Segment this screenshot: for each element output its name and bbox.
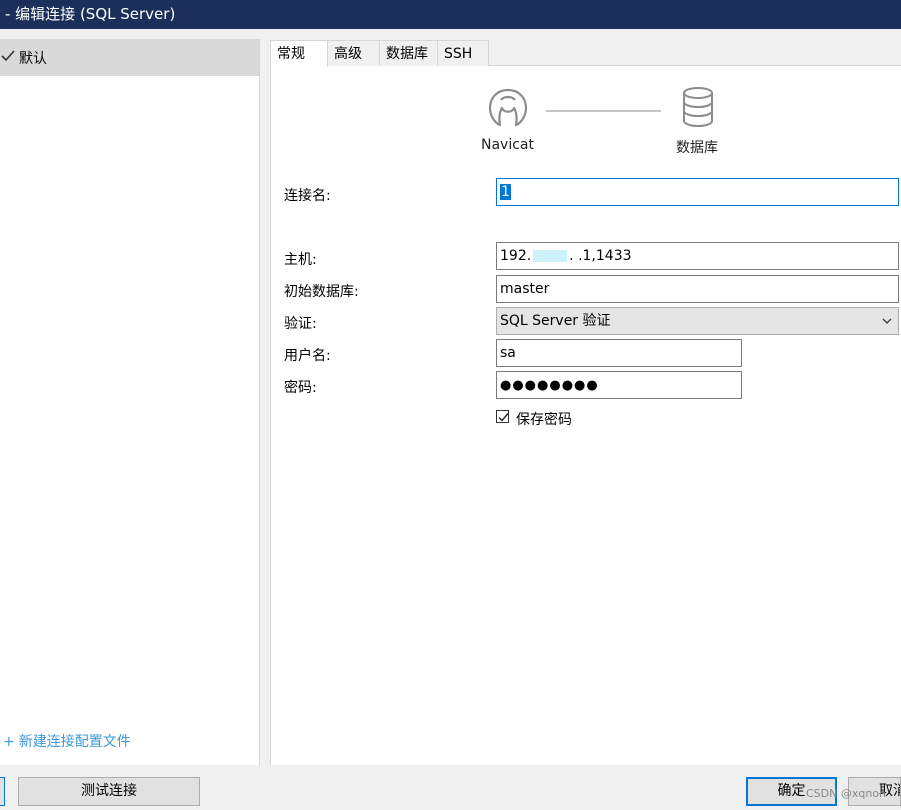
redacted-host-segment [533,250,568,262]
tab-ssh[interactable]: SSH [437,40,489,66]
authentication-select[interactable]: SQL Server 验证 [496,307,899,335]
navicat-label: Navicat [481,137,534,153]
plus-icon: + [3,734,15,750]
connection-name-input[interactable]: 1 [496,178,899,206]
profile-item-label: 默认 [19,51,47,67]
save-password-label: 保存密码 [516,412,572,428]
profile-sidebar: 默认 + 新建连接配置文件 [0,39,260,765]
hidden-button-edge[interactable] [0,777,5,806]
test-connection-button[interactable]: 测试连接 [18,777,200,806]
database-label: 数据库 [676,140,718,156]
checkmark-icon [498,413,509,422]
title-bar: - 编辑连接 (SQL Server) [0,0,901,29]
password-label: 密码: [284,380,317,396]
watermark: CSDN @xqnon [806,787,887,800]
host-label: 主机: [284,252,317,268]
username-input[interactable]: sa [496,339,742,367]
general-panel [270,65,901,765]
authentication-label: 验证: [284,316,317,332]
password-input[interactable]: ●●●●●●●● [496,371,742,399]
tab-databases[interactable]: 数据库 [379,40,438,66]
connection-line [546,110,661,112]
tab-general[interactable]: 常规 [270,40,328,67]
initial-database-input[interactable]: master [496,275,899,303]
profile-item-default[interactable]: 默认 [0,39,259,76]
tab-advanced[interactable]: 高级 [327,40,380,66]
new-profile-label: 新建连接配置文件 [18,734,131,750]
checkmark-icon [1,50,15,62]
connection-name-label: 连接名: [284,188,331,204]
new-profile-link[interactable]: + 新建连接配置文件 [3,731,131,751]
database-icon [683,87,713,128]
chevron-down-icon [882,318,892,324]
initial-database-label: 初始数据库: [284,284,359,300]
window-title: - 编辑连接 (SQL Server) [5,5,176,23]
username-label: 用户名: [284,348,331,364]
save-password-checkbox[interactable] [496,410,509,423]
host-input[interactable]: 192.. .1,1433 [496,242,899,270]
navicat-logo-icon [488,88,528,127]
